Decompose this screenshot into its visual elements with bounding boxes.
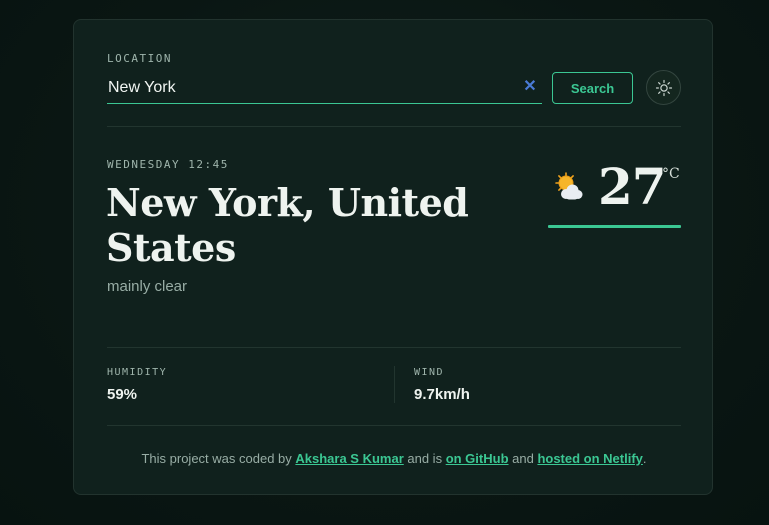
- humidity-label: HUMIDITY: [107, 367, 168, 378]
- netlify-link[interactable]: hosted on Netlify: [537, 451, 642, 466]
- sun-icon: [655, 79, 672, 96]
- wind-label: WIND: [414, 367, 445, 378]
- divider-bottom: [107, 425, 681, 426]
- clear-input-button[interactable]: ✕: [522, 78, 538, 96]
- author-link[interactable]: Akshara S Kumar: [295, 451, 403, 466]
- search-button[interactable]: Search: [552, 72, 633, 104]
- temperature-underline: [548, 225, 681, 228]
- search-field: ✕: [107, 72, 542, 104]
- temperature-unit: °C: [662, 166, 680, 182]
- divider-middle: [107, 347, 681, 348]
- weather-condition: mainly clear: [107, 278, 188, 295]
- current-datetime: WEDNESDAY 12:45: [107, 158, 229, 171]
- partly-cloudy-icon: [555, 172, 583, 200]
- stats-separator: [394, 366, 395, 403]
- location-label: LOCATION: [107, 52, 172, 65]
- search-row: ✕ Search: [107, 70, 681, 106]
- weather-card: LOCATION ✕ Search WEDNESDAY 12:45 New Yo…: [73, 19, 713, 495]
- divider-top: [107, 126, 681, 127]
- temperature-value: 27: [598, 157, 667, 216]
- location-input[interactable]: [107, 76, 507, 100]
- footer-and: and: [508, 451, 538, 466]
- github-link[interactable]: on GitHub: [446, 451, 509, 466]
- wind-value: 9.7km/h: [414, 386, 470, 403]
- theme-toggle-button[interactable]: [646, 70, 681, 105]
- footer-prefix: This project was coded by: [141, 451, 296, 466]
- footer-suffix: .: [642, 451, 647, 466]
- city-name: New York, United States: [106, 180, 469, 270]
- footer-credits: This project was coded by Akshara S Kuma…: [74, 451, 714, 466]
- footer-middle: and is: [403, 451, 446, 466]
- humidity-value: 59%: [107, 386, 138, 403]
